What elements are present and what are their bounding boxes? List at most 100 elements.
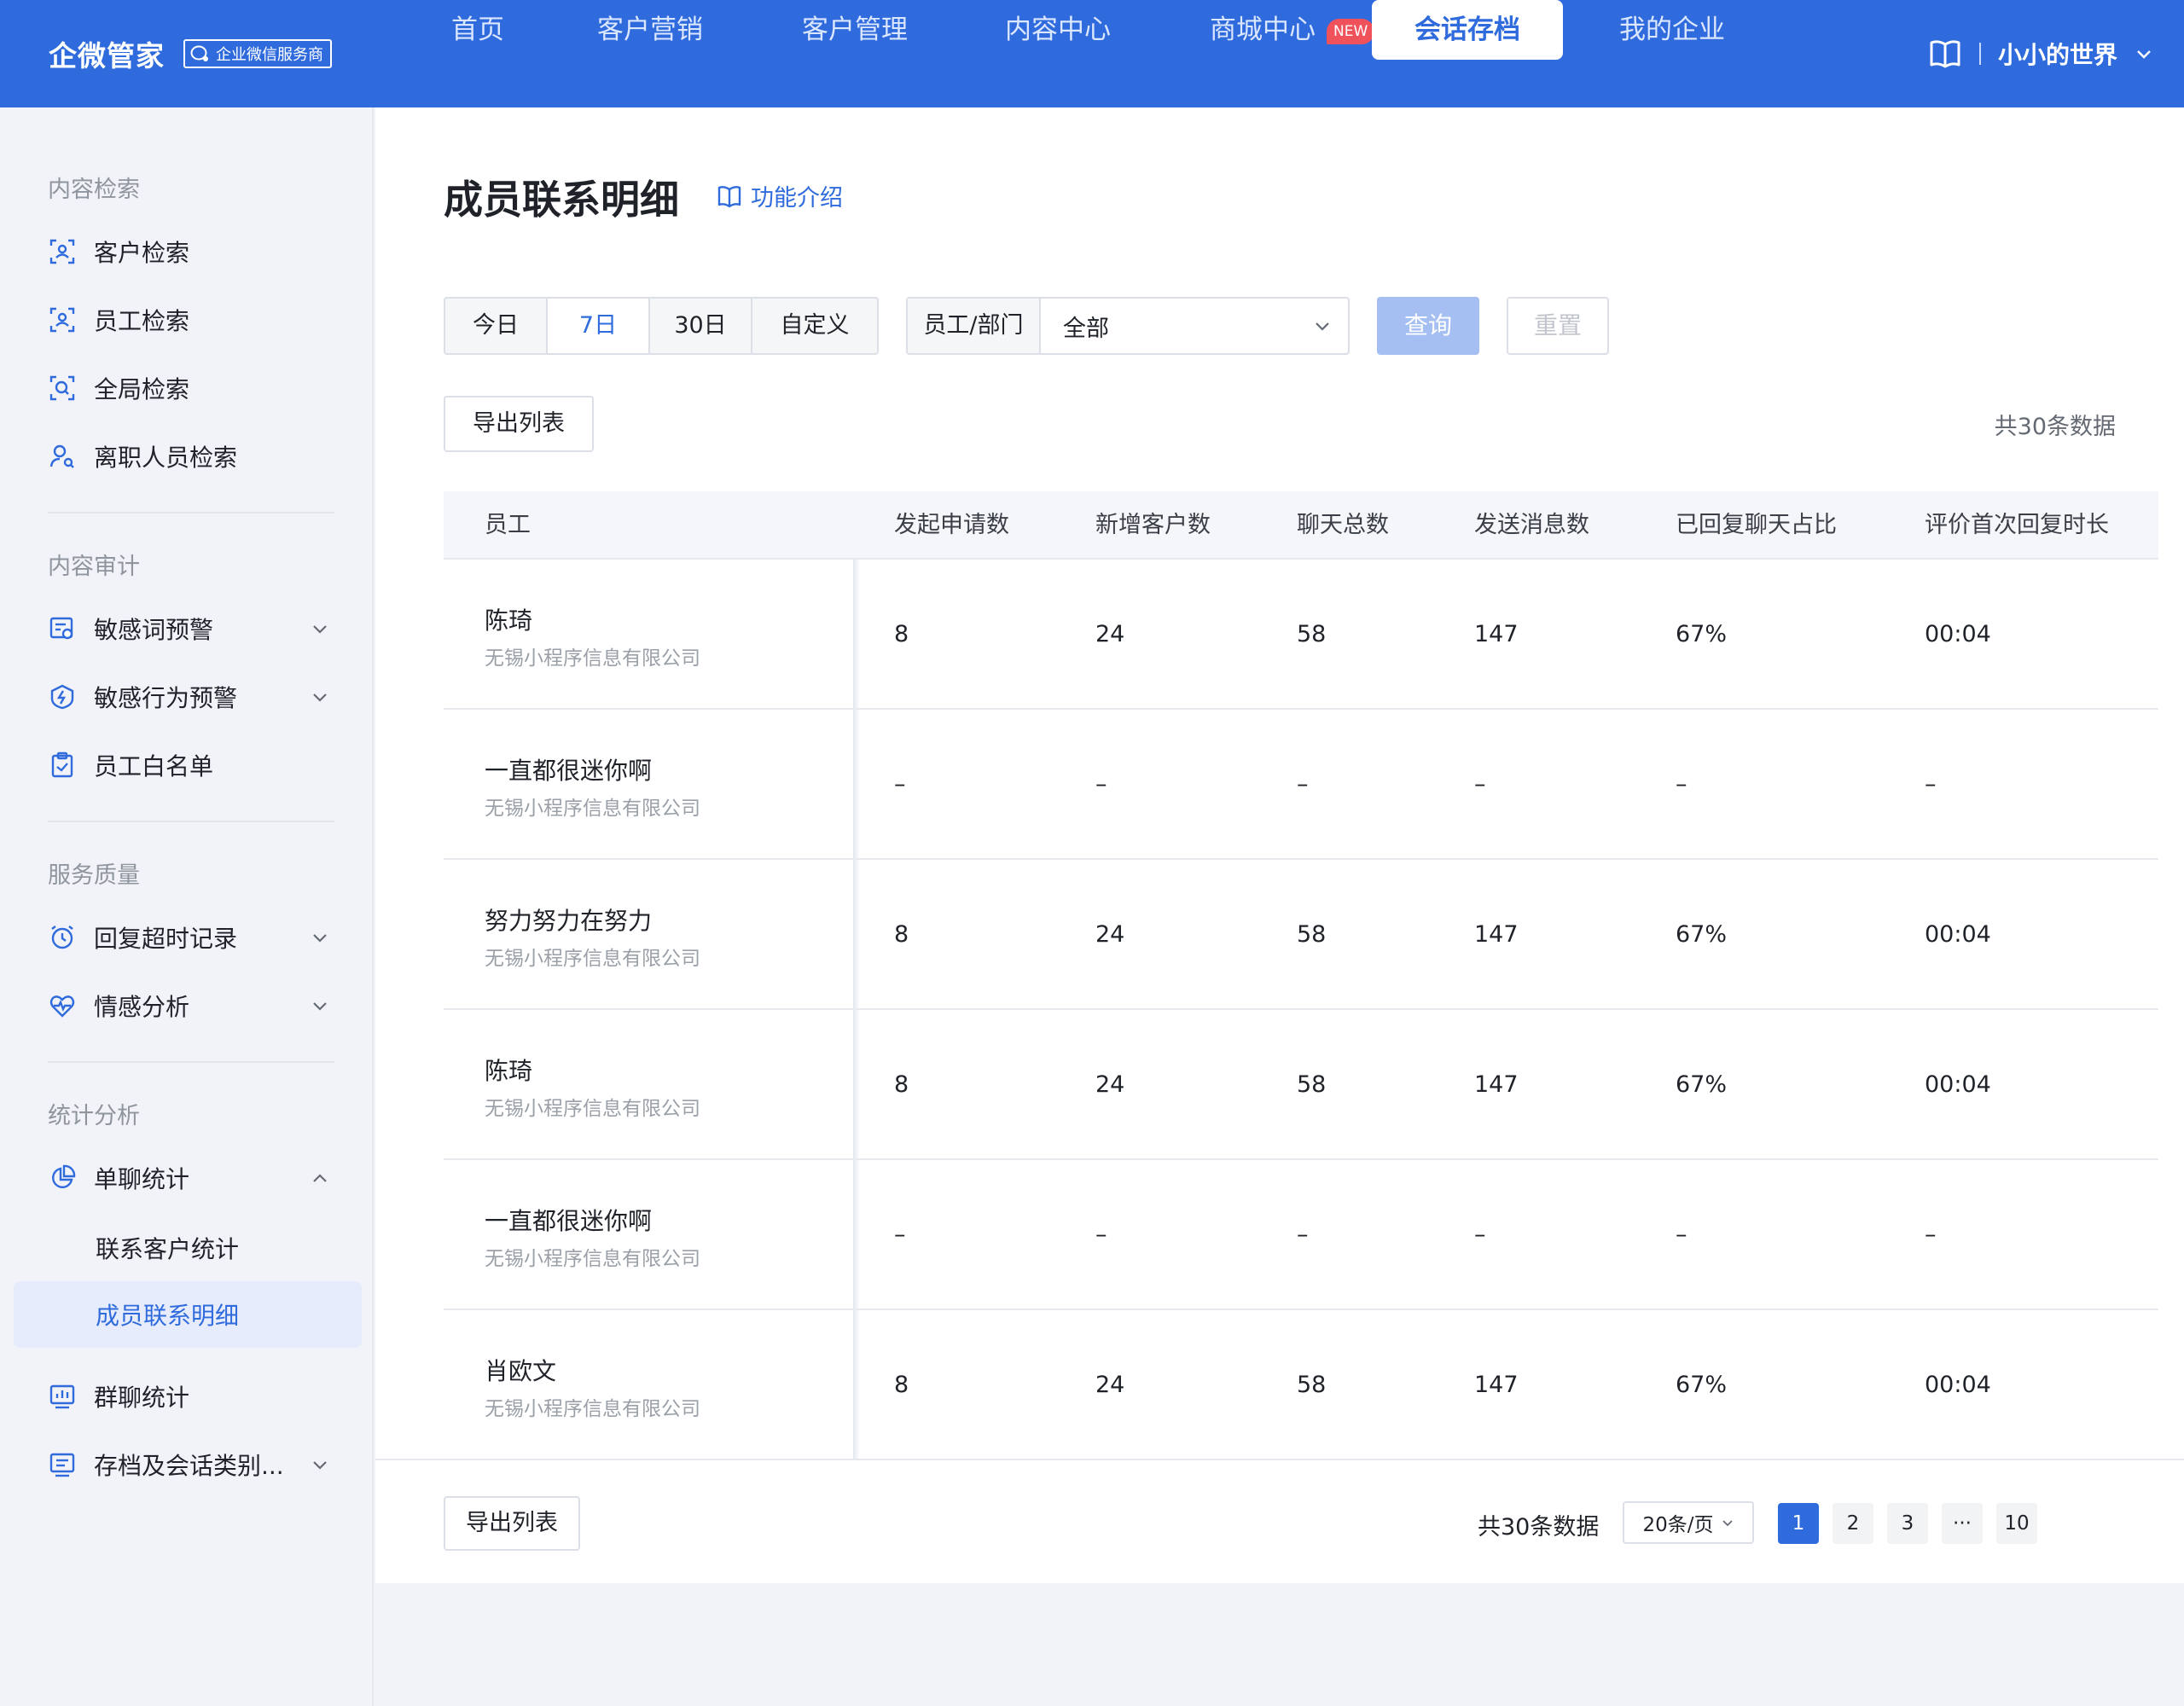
chevron-down-icon[interactable] xyxy=(307,1452,333,1477)
column-header: 员工 xyxy=(485,512,531,538)
date-tab-today[interactable]: 今日 xyxy=(445,299,548,353)
export-list-button[interactable]: 导出列表 xyxy=(444,1496,580,1551)
wecom-icon xyxy=(190,45,208,61)
sidebar-item-sentiment[interactable]: 情感分析 xyxy=(14,972,362,1039)
brand-name: 企微管家 xyxy=(49,39,165,73)
sidebar-item-sensitive-behavior[interactable]: 敏感行为预警 xyxy=(14,664,362,730)
cell-messages-sent: 147 xyxy=(1474,621,1519,647)
cell-reply-ratio: 67% xyxy=(1676,1372,1728,1398)
sidebar-item-global-search[interactable]: 全局检索 xyxy=(14,355,362,421)
employee-name: 一直都很迷你啊 xyxy=(485,1207,653,1235)
user-name[interactable]: 小小的世界 xyxy=(1998,37,2117,71)
sidebar-item-label: 敏感行为预警 xyxy=(94,684,238,712)
nav-customer-management[interactable]: 客户管理 xyxy=(795,0,915,60)
sidebar-item-single-chat-stats[interactable]: 单聊统计 xyxy=(14,1145,362,1211)
nav-session-archive[interactable]: 会话存档 xyxy=(1372,0,1563,60)
heart-pulse-icon xyxy=(48,991,77,1020)
column-header: 已回复聊天占比 xyxy=(1676,512,1837,538)
date-tab-7d[interactable]: 7日 xyxy=(548,299,650,353)
cell-first-reply-time: 00:04 xyxy=(1925,921,1991,948)
employee-org: 无锡小程序信息有限公司 xyxy=(485,647,700,670)
sidebar-item-group-chat-stats[interactable]: 群聊统计 xyxy=(14,1363,362,1430)
employee-name: 努力努力在努力 xyxy=(485,907,653,935)
page-title: 成员联系明细 xyxy=(444,177,679,223)
sensitive-word-icon xyxy=(48,614,77,643)
table-row[interactable]: 一直都很迷你啊 无锡小程序信息有限公司 – – – – – – xyxy=(444,1160,2158,1310)
nav-customer-marketing[interactable]: 客户营销 xyxy=(590,0,710,60)
sidebar-item-contact-customer-stats[interactable]: 联系客户统计 xyxy=(14,1215,362,1281)
table-row[interactable]: 肖欧文 无锡小程序信息有限公司 8 24 58 147 67% 00:04 xyxy=(444,1310,2158,1460)
cell-reply-ratio: – xyxy=(1676,771,1687,798)
total-count: 共30条数据 xyxy=(1994,414,2116,440)
table-row[interactable]: 陈琦 无锡小程序信息有限公司 8 24 58 147 67% 00:04 xyxy=(444,560,2158,710)
brand[interactable]: 企微管家 企业微信服务商 xyxy=(49,34,332,73)
sidebar-item-employee-search[interactable]: 员工检索 xyxy=(14,287,362,353)
brand-badge: 企业微信服务商 xyxy=(183,39,332,68)
page-button[interactable]: 3 xyxy=(1887,1503,1928,1544)
cell-first-reply-time: – xyxy=(1925,771,1937,798)
cell-new-customers: 24 xyxy=(1095,1372,1125,1398)
reset-button[interactable]: 重置 xyxy=(1507,297,1609,355)
cell-messages-sent: – xyxy=(1474,771,1486,798)
cell-new-customers: 24 xyxy=(1095,1071,1125,1098)
date-tab-custom[interactable]: 自定义 xyxy=(752,299,877,353)
employee-dept-select[interactable]: 员工/部门 全部 xyxy=(906,297,1350,355)
employee-org: 无锡小程序信息有限公司 xyxy=(485,948,700,970)
sidebar-item-label: 离职人员检索 xyxy=(94,444,238,472)
date-range-tabs: 今日 7日 30日 自定义 xyxy=(444,297,879,355)
total-count: 共30条数据 xyxy=(1478,1514,1600,1541)
chevron-down-icon[interactable] xyxy=(2135,44,2153,63)
sidebar-item-label: 员工白名单 xyxy=(94,752,214,780)
sidebar-item-whitelist[interactable]: 员工白名单 xyxy=(14,732,362,798)
feature-intro-link[interactable]: 功能介绍 xyxy=(717,179,843,212)
sidebar-item-label: 全局检索 xyxy=(94,375,190,403)
query-button[interactable]: 查询 xyxy=(1377,297,1479,355)
page-size-value: 20条/页 xyxy=(1642,1514,1714,1536)
page-button[interactable]: 1 xyxy=(1778,1503,1819,1544)
page-ellipsis[interactable]: ··· xyxy=(1942,1503,1983,1544)
sidebar-item-label: 员工检索 xyxy=(94,307,190,335)
page-button[interactable]: 10 xyxy=(1996,1503,2037,1544)
chevron-down-icon[interactable] xyxy=(307,616,333,641)
chevron-up-icon[interactable] xyxy=(307,1165,333,1191)
divider xyxy=(1978,43,1981,65)
export-list-button[interactable]: 导出列表 xyxy=(444,396,594,452)
sidebar-item-label: 单聊统计 xyxy=(94,1165,190,1193)
date-tab-30d[interactable]: 30日 xyxy=(650,299,752,353)
cell-applications: – xyxy=(894,771,906,798)
employee-search-icon xyxy=(48,305,77,334)
sidebar-item-archive-categories[interactable]: 存档及会话类别... xyxy=(14,1431,362,1498)
sidebar-group-title: 统计分析 xyxy=(48,1103,140,1129)
cell-total-chats: – xyxy=(1297,771,1309,798)
page-size-select[interactable]: 20条/页 xyxy=(1623,1501,1754,1544)
cell-total-chats: 58 xyxy=(1297,1071,1327,1098)
sidebar-item-customer-search[interactable]: 客户检索 xyxy=(14,218,362,285)
bar-chart-icon xyxy=(48,1382,77,1411)
nav-my-enterprise[interactable]: 我的企业 xyxy=(1612,0,1732,60)
cell-messages-sent: 147 xyxy=(1474,1372,1519,1398)
table-row[interactable]: 努力努力在努力 无锡小程序信息有限公司 8 24 58 147 67% 00:0… xyxy=(444,860,2158,1010)
sidebar-item-member-contact-detail[interactable]: 成员联系明细 xyxy=(14,1281,362,1348)
chevron-down-icon[interactable] xyxy=(307,925,333,950)
sidebar-item-label: 群聊统计 xyxy=(94,1384,190,1412)
sidebar-item-resigned-search[interactable]: 离职人员检索 xyxy=(14,423,362,490)
cell-reply-ratio: 67% xyxy=(1676,921,1728,948)
table-footer: 导出列表 共30条数据 20条/页 1 2 3 ··· 10 xyxy=(375,1459,2184,1583)
page-button[interactable]: 2 xyxy=(1833,1503,1873,1544)
sidebar-item-sensitive-word[interactable]: 敏感词预警 xyxy=(14,595,362,662)
cell-total-chats: 58 xyxy=(1297,921,1327,948)
nav-mall-center[interactable]: 商城中心 xyxy=(1203,0,1322,60)
cell-reply-ratio: 67% xyxy=(1676,621,1728,647)
cell-applications: – xyxy=(894,1221,906,1248)
nav-content-center[interactable]: 内容中心 xyxy=(998,0,1118,60)
employee-name: 陈琦 xyxy=(485,606,533,635)
chevron-down-icon[interactable] xyxy=(307,684,333,710)
book-icon[interactable] xyxy=(1928,38,1962,69)
table-row[interactable]: 一直都很迷你啊 无锡小程序信息有限公司 – – – – – – xyxy=(444,710,2158,860)
table-row[interactable]: 陈琦 无锡小程序信息有限公司 8 24 58 147 67% 00:04 xyxy=(444,1010,2158,1160)
sidebar-item-reply-timeout[interactable]: 回复超时记录 xyxy=(14,904,362,971)
table-header: 员工 发起申请数 新增客户数 聊天总数 发送消息数 已回复聊天占比 评价首次回复… xyxy=(444,491,2158,560)
nav-home[interactable]: 首页 xyxy=(444,0,512,60)
employee-name: 一直都很迷你啊 xyxy=(485,757,653,785)
chevron-down-icon[interactable] xyxy=(307,993,333,1018)
